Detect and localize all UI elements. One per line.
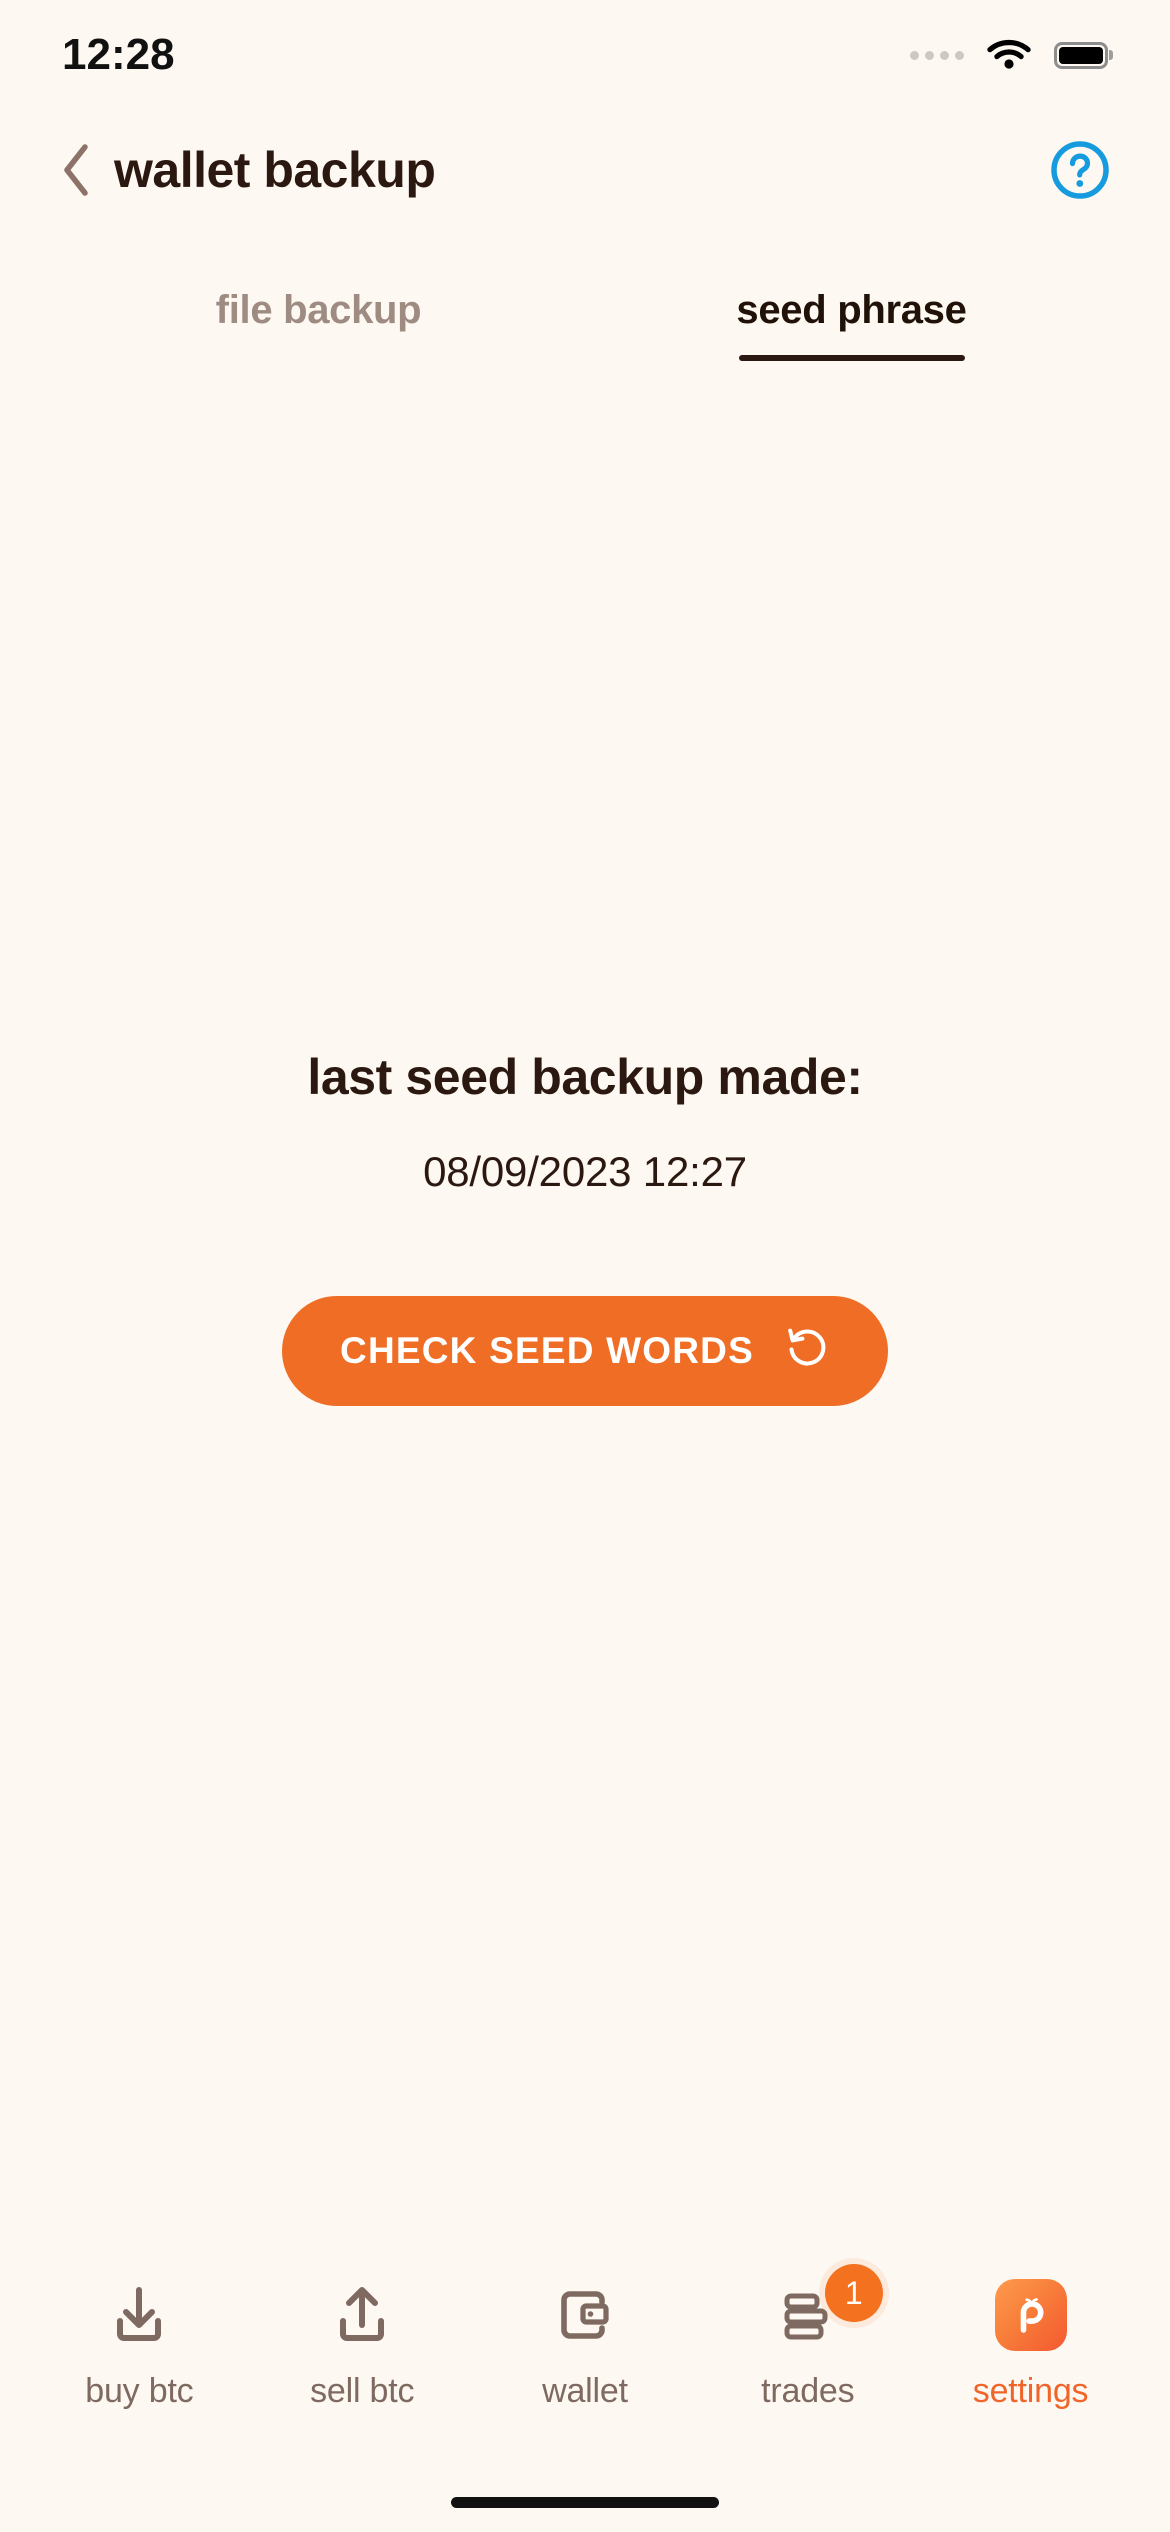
nav-item-wallet-label: wallet	[542, 2372, 628, 2410]
peach-logo-icon	[994, 2272, 1067, 2358]
battery-full-icon	[1054, 41, 1108, 69]
wifi-icon	[986, 36, 1032, 75]
home-indicator-area	[0, 2472, 1170, 2532]
page-title: wallet backup	[114, 142, 436, 198]
last-backup-date: 08/09/2023 12:27	[423, 1147, 747, 1195]
check-seed-words-button[interactable]: CHECK SEED WORDS	[282, 1295, 888, 1406]
nav-item-settings[interactable]: settings	[933, 2272, 1129, 2411]
tab-file-backup[interactable]: file backup	[52, 288, 585, 361]
tab-seed-phrase-label: seed phrase	[736, 288, 967, 332]
nav-item-buy-btc[interactable]: buy btc	[41, 2272, 237, 2411]
nav-item-buy-btc-label: buy btc	[85, 2372, 194, 2410]
trades-badge: 1	[824, 2264, 883, 2322]
nav-item-trades[interactable]: 1 trades	[710, 2264, 906, 2411]
bottom-navigation: buy btc sell btc wallet 1 trades setting…	[0, 2242, 1170, 2472]
nav-item-wallet[interactable]: wallet	[487, 2272, 683, 2411]
check-seed-words-label: CHECK SEED WORDS	[340, 1329, 754, 1371]
download-tray-icon	[104, 2272, 174, 2358]
chevron-left-icon	[64, 144, 88, 196]
app-screen: 12:28 wallet backup file backup seed phr…	[0, 0, 1170, 2532]
rotate-ccw-icon	[784, 1325, 830, 1376]
nav-item-trades-label: trades	[761, 2372, 855, 2410]
back-button[interactable]	[50, 140, 102, 200]
upload-tray-icon	[327, 2272, 397, 2358]
nav-item-sell-btc-label: sell btc	[310, 2372, 415, 2410]
signal-dots-icon	[910, 50, 964, 60]
main-content: last seed backup made: 08/09/2023 12:27 …	[0, 361, 1170, 2242]
tab-file-backup-label: file backup	[215, 288, 422, 332]
backup-tabs: file backup seed phrase	[0, 288, 1170, 361]
tab-seed-phrase[interactable]: seed phrase	[585, 288, 1118, 361]
status-bar-time: 12:28	[62, 30, 175, 79]
status-bar-indicators	[910, 36, 1108, 75]
status-bar: 12:28	[0, 0, 1170, 110]
nav-item-settings-label: settings	[972, 2372, 1089, 2410]
wallet-icon	[550, 2272, 620, 2358]
nav-item-sell-btc[interactable]: sell btc	[264, 2272, 460, 2411]
help-button[interactable]	[1046, 136, 1114, 204]
stacked-bills-icon: 1	[773, 2264, 883, 2358]
home-indicator[interactable]	[451, 2496, 719, 2508]
app-header: wallet backup	[0, 110, 1170, 230]
help-circle-icon	[1051, 141, 1109, 199]
last-backup-label: last seed backup made:	[307, 1048, 863, 1105]
